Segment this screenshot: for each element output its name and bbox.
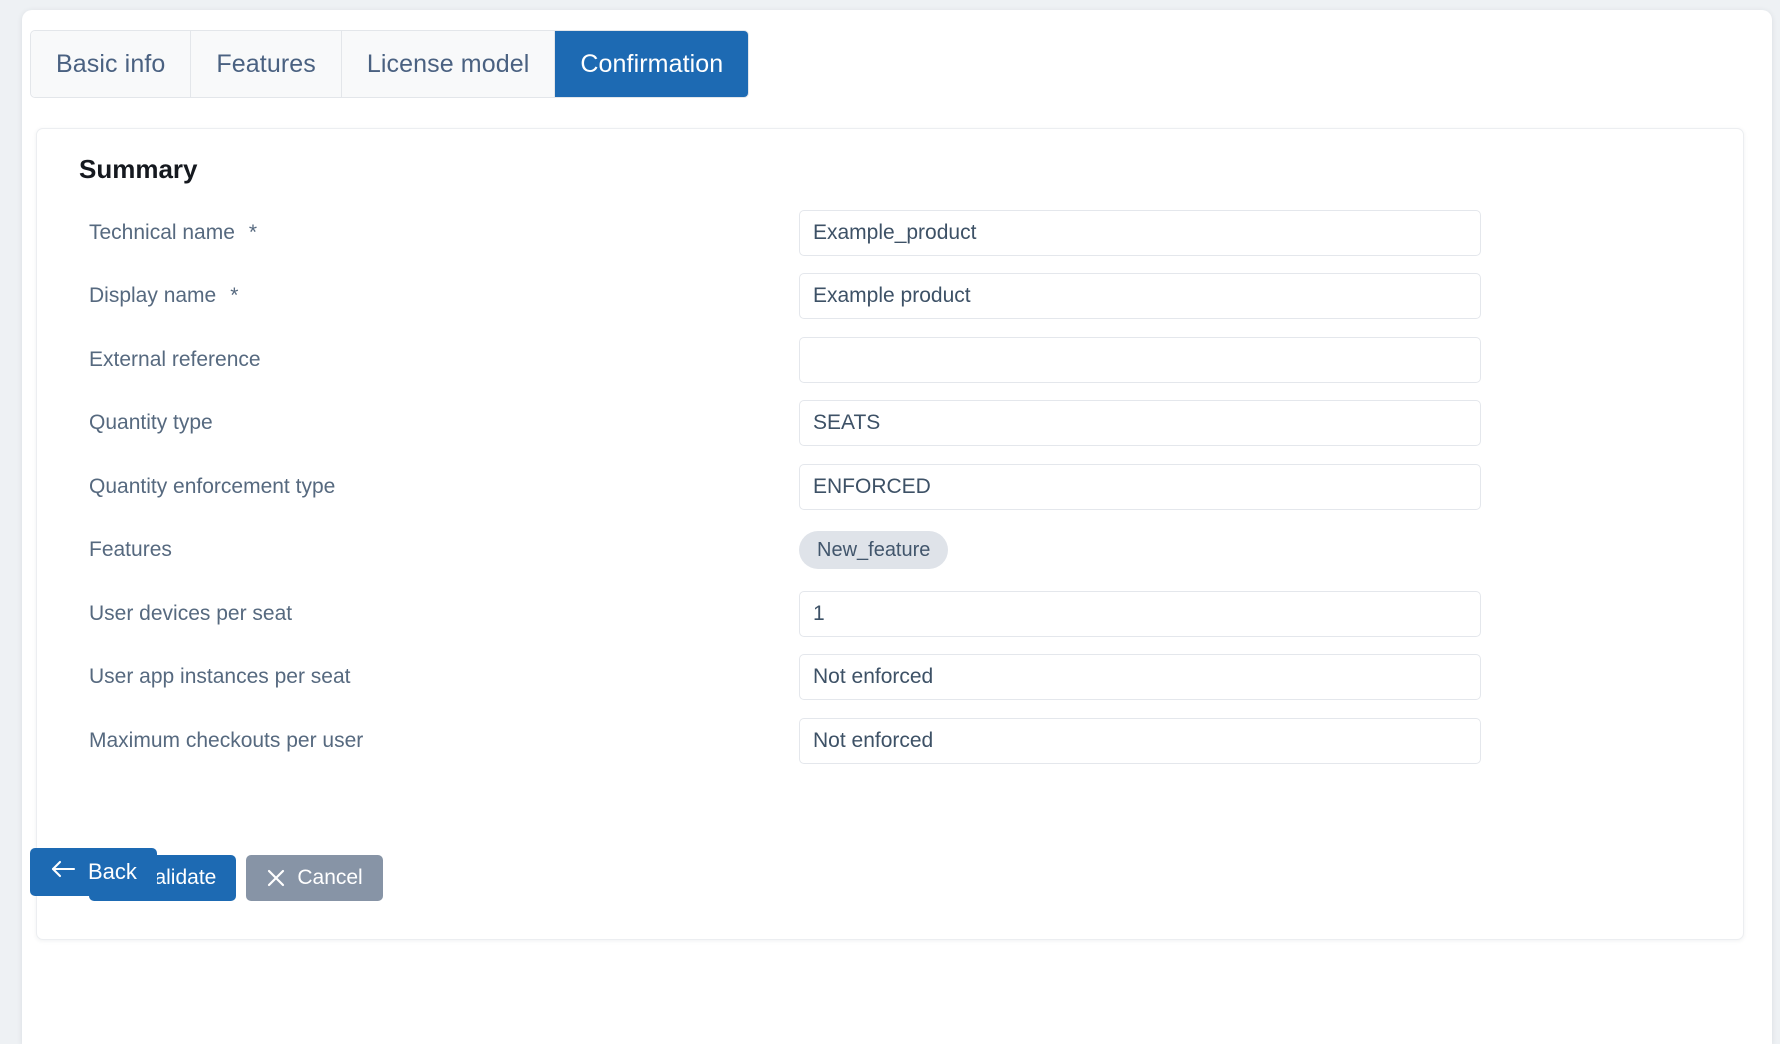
required-marker: * [248,220,258,244]
field-label: User devices per seat [89,602,292,626]
tab-basic-info[interactable]: Basic info [31,31,192,97]
summary-field-list: Technical name * Example_product Display na… [37,201,1743,773]
summary-card: Summary Technical name * Example_product Di… [36,128,1744,940]
field-value: 1 [813,601,825,625]
field-input[interactable]: Not enforced [799,717,1481,764]
cancel-button-label: Cancel [297,866,363,889]
summary-row: User devices per seat 1 [37,582,1743,646]
field-input[interactable]: Not enforced [799,654,1481,701]
field-label-text: External reference [89,347,261,371]
summary-row: Quantity type SEATS [37,392,1743,456]
tab-label: Confirmation [580,49,724,78]
field-label-text: Technical name [89,220,235,244]
field-label: Quantity enforcement type [89,475,335,499]
field-value: Not enforced [813,665,934,689]
field-label-text: Features [89,538,172,562]
summary-row: External reference [37,328,1743,392]
page-panel: Basic info Features License model Confirmat… [22,10,1772,1044]
arrow-left-icon [50,859,76,885]
field-value: ENFORCED [813,474,931,498]
page-title: Summary [79,154,198,184]
tab-label: License model [366,49,530,78]
summary-row: User app instances per seat Not enforced [37,646,1743,710]
field-label: User app instances per seat [89,665,350,689]
field-label-text: Maximum checkouts per user [89,728,364,752]
wizard-tab-strip: Basic info Features License model Confirmat… [30,30,750,98]
back-button[interactable]: Back [30,848,157,896]
field-label: Display name * [89,284,238,308]
field-label-text: User devices per seat [89,601,293,625]
cancel-button[interactable]: Cancel [246,855,383,901]
summary-row: Display name * Example product [37,265,1743,329]
back-button-label: Back [88,859,137,884]
field-input[interactable]: 1 [799,590,1481,637]
field-input[interactable] [799,336,1481,383]
field-label-text: User app instances per seat [89,665,351,689]
field-value: Not enforced [813,728,934,752]
field-label: Quantity type [89,411,213,435]
field-label-text: Quantity enforcement type [89,474,336,498]
close-icon [266,868,286,888]
field-value: Example product [813,284,971,308]
field-label-text: Display name [89,284,217,308]
field-label: Maximum checkouts per user [89,729,363,753]
tab-confirmation[interactable]: Confirmation [555,31,749,97]
field-label-text: Quantity type [89,411,213,435]
tab-features[interactable]: Features [191,31,342,97]
feature-chip[interactable]: New_feature [799,531,949,570]
summary-row: Maximum checkouts per user Not enforced [37,709,1743,773]
tab-license-model[interactable]: License model [341,31,556,97]
summary-row: Features New_feature [37,519,1743,583]
required-marker: * [230,284,239,308]
field-input[interactable]: Example_product [799,209,1481,256]
field-label: Technical name * [89,221,257,245]
field-value: SEATS [813,411,881,435]
summary-row: Technical name * Example_product [37,201,1743,265]
field-label: Features [89,538,172,562]
field-input[interactable]: ENFORCED [799,463,1481,510]
field-label: External reference [89,348,261,372]
summary-row: Quantity enforcement type ENFORCED [37,455,1743,519]
field-input[interactable]: Example product [799,273,1481,320]
tab-label: Features [216,49,316,78]
field-value: Example_product [813,220,977,244]
tab-label: Basic info [56,49,166,78]
field-input[interactable]: SEATS [799,400,1481,447]
